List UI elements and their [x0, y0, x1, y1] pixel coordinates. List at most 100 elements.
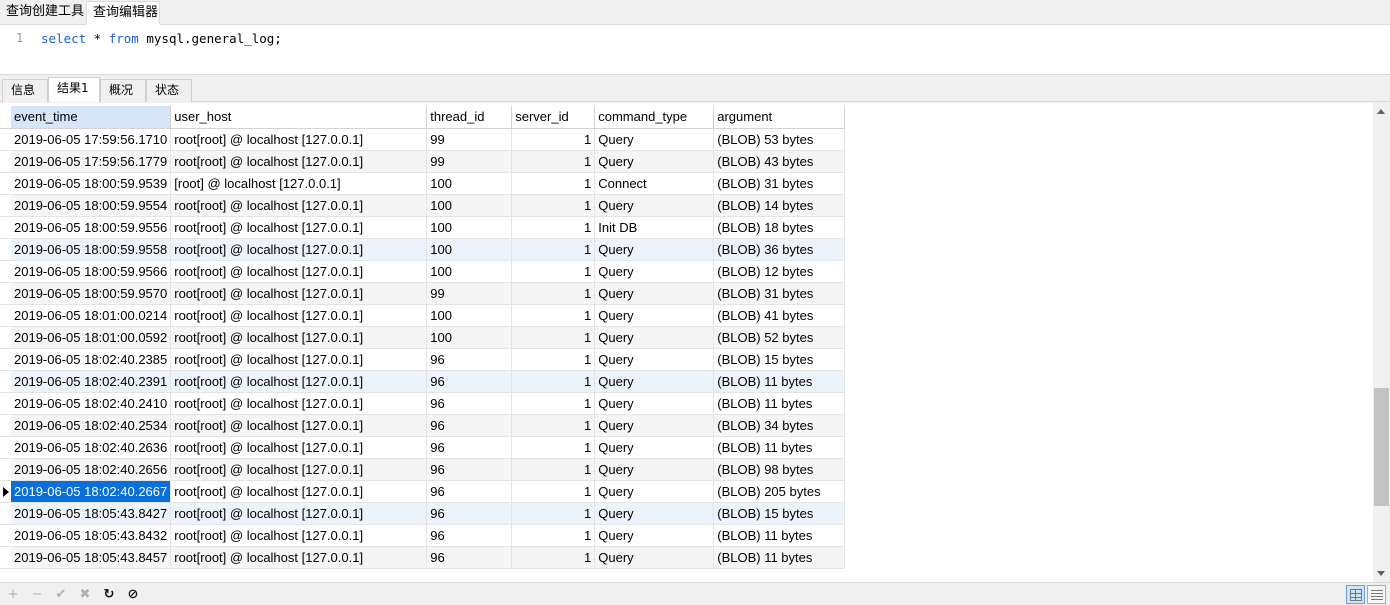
cell-event-time[interactable]: 2019-06-05 18:05:43.8432 — [11, 524, 172, 547]
table-row[interactable]: 2019-06-05 18:01:00.0214 root[root] @ loc… — [0, 304, 846, 327]
cell-thread-id[interactable]: 100 — [426, 172, 513, 195]
cell-user-host[interactable]: root[root] @ localhost [127.0.0.1] — [170, 502, 428, 525]
cell-thread-id[interactable]: 96 — [426, 458, 513, 481]
cell-thread-id[interactable]: 100 — [426, 304, 513, 327]
column-header-thread-id[interactable]: thread_id — [426, 106, 513, 129]
cell-command-type[interactable]: Query — [594, 502, 715, 525]
cell-server-id[interactable]: 1 — [511, 458, 596, 481]
cell-user-host[interactable]: root[root] @ localhost [127.0.0.1] — [170, 304, 428, 327]
cell-command-type[interactable]: Query — [594, 370, 715, 393]
cell-argument[interactable]: (BLOB) 53 bytes — [713, 128, 846, 151]
cell-server-id[interactable]: 1 — [511, 150, 596, 173]
table-row[interactable]: 2019-06-05 18:02:40.2667 root[root] @ loc… — [0, 480, 846, 503]
cell-thread-id[interactable]: 96 — [426, 502, 513, 525]
cell-event-time[interactable]: 2019-06-05 18:02:40.2534 — [11, 414, 172, 437]
cell-event-time[interactable]: 2019-06-05 18:00:59.9566 — [11, 260, 172, 283]
cell-event-time[interactable]: 2019-06-05 18:00:59.9558 — [11, 238, 172, 261]
cell-server-id[interactable]: 1 — [511, 436, 596, 459]
cell-command-type[interactable]: Query — [594, 524, 715, 547]
cell-thread-id[interactable]: 96 — [426, 392, 513, 415]
table-row[interactable]: 2019-06-05 18:00:59.9558 root[root] @ loc… — [0, 238, 846, 261]
scroll-up-arrow-icon[interactable] — [1373, 103, 1390, 120]
cell-argument[interactable]: (BLOB) 18 bytes — [713, 216, 846, 239]
cell-server-id[interactable]: 1 — [511, 304, 596, 327]
cell-command-type[interactable]: Init DB — [594, 216, 715, 239]
cell-server-id[interactable]: 1 — [511, 502, 596, 525]
scroll-down-arrow-icon[interactable] — [1373, 565, 1390, 582]
cell-argument[interactable]: (BLOB) 34 bytes — [713, 414, 846, 437]
cell-user-host[interactable]: root[root] @ localhost [127.0.0.1] — [170, 436, 428, 459]
cell-thread-id[interactable]: 96 — [426, 370, 513, 393]
tab-query-builder[interactable]: 查询创建工具 — [0, 1, 86, 25]
cell-command-type[interactable]: Query — [594, 194, 715, 217]
cell-event-time[interactable]: 2019-06-05 18:02:40.2385 — [11, 348, 172, 371]
cell-thread-id[interactable]: 100 — [426, 194, 513, 217]
row-indicator[interactable] — [0, 414, 11, 437]
check-icon[interactable]: ✔ — [52, 586, 70, 603]
cell-command-type[interactable]: Query — [594, 150, 715, 173]
cell-server-id[interactable]: 1 — [511, 370, 596, 393]
cell-thread-id[interactable]: 99 — [426, 282, 513, 305]
cell-user-host[interactable]: root[root] @ localhost [127.0.0.1] — [170, 392, 428, 415]
cell-event-time[interactable]: 2019-06-05 18:05:43.8427 — [11, 502, 172, 525]
cell-thread-id[interactable]: 96 — [426, 436, 513, 459]
cell-user-host[interactable]: root[root] @ localhost [127.0.0.1] — [170, 260, 428, 283]
cell-event-time[interactable]: 2019-06-05 18:05:43.8457 — [11, 546, 172, 569]
cell-argument[interactable]: (BLOB) 41 bytes — [713, 304, 846, 327]
table-row[interactable]: 2019-06-05 18:02:40.2534 root[root] @ loc… — [0, 414, 846, 437]
column-header-user-host[interactable]: user_host — [170, 106, 428, 129]
cell-command-type[interactable]: Query — [594, 348, 715, 371]
cell-event-time[interactable]: 2019-06-05 18:00:59.9556 — [11, 216, 172, 239]
column-header-argument[interactable]: argument — [713, 106, 846, 129]
cell-thread-id[interactable]: 99 — [426, 150, 513, 173]
cell-user-host[interactable]: root[root] @ localhost [127.0.0.1] — [170, 216, 428, 239]
cell-user-host[interactable]: root[root] @ localhost [127.0.0.1] — [170, 282, 428, 305]
row-indicator[interactable] — [0, 304, 11, 327]
cell-command-type[interactable]: Query — [594, 304, 715, 327]
cell-thread-id[interactable]: 100 — [426, 326, 513, 349]
row-indicator[interactable] — [0, 194, 11, 217]
form-view-button[interactable] — [1367, 585, 1386, 604]
cell-argument[interactable]: (BLOB) 43 bytes — [713, 150, 846, 173]
cell-event-time[interactable]: 2019-06-05 18:02:40.2391 — [11, 370, 172, 393]
table-row[interactable]: 2019-06-05 18:01:00.0592 root[root] @ loc… — [0, 326, 846, 349]
row-indicator[interactable] — [0, 524, 11, 547]
row-indicator[interactable] — [0, 260, 11, 283]
cell-thread-id[interactable]: 96 — [426, 414, 513, 437]
cell-server-id[interactable]: 1 — [511, 282, 596, 305]
row-indicator[interactable] — [0, 282, 11, 305]
cell-server-id[interactable]: 1 — [511, 392, 596, 415]
cell-argument[interactable]: (BLOB) 14 bytes — [713, 194, 846, 217]
row-indicator[interactable] — [0, 216, 11, 239]
cell-server-id[interactable]: 1 — [511, 260, 596, 283]
cell-user-host[interactable]: root[root] @ localhost [127.0.0.1] — [170, 370, 428, 393]
cell-server-id[interactable]: 1 — [511, 348, 596, 371]
cell-command-type[interactable]: Query — [594, 414, 715, 437]
cross-icon[interactable]: ✖ — [76, 586, 94, 603]
cell-thread-id[interactable]: 96 — [426, 546, 513, 569]
cell-argument[interactable]: (BLOB) 11 bytes — [713, 436, 846, 459]
cell-server-id[interactable]: 1 — [511, 216, 596, 239]
cell-argument[interactable]: (BLOB) 52 bytes — [713, 326, 846, 349]
scrollbar-thumb[interactable] — [1374, 388, 1389, 506]
row-indicator[interactable] — [0, 128, 11, 151]
table-row[interactable]: 2019-06-05 18:02:40.2636 root[root] @ loc… — [0, 436, 846, 459]
cell-thread-id[interactable]: 96 — [426, 348, 513, 371]
cell-event-time[interactable]: 2019-06-05 18:02:40.2636 — [11, 436, 172, 459]
row-indicator[interactable] — [0, 172, 11, 195]
cell-argument[interactable]: (BLOB) 11 bytes — [713, 524, 846, 547]
cell-server-id[interactable]: 1 — [511, 546, 596, 569]
cell-argument[interactable]: (BLOB) 205 bytes — [713, 480, 846, 503]
cell-user-host[interactable]: root[root] @ localhost [127.0.0.1] — [170, 414, 428, 437]
row-indicator[interactable] — [0, 238, 11, 261]
cell-event-time[interactable]: 2019-06-05 18:00:59.9539 — [11, 172, 172, 195]
table-row[interactable]: 2019-06-05 18:05:43.8432 root[root] @ loc… — [0, 524, 846, 547]
cell-user-host[interactable]: root[root] @ localhost [127.0.0.1] — [170, 128, 428, 151]
stop-icon[interactable]: ⊘ — [124, 586, 142, 603]
table-row[interactable]: 2019-06-05 18:02:40.2385 root[root] @ loc… — [0, 348, 846, 371]
cell-user-host[interactable]: root[root] @ localhost [127.0.0.1] — [170, 194, 428, 217]
minus-icon[interactable]: − — [28, 586, 46, 603]
cell-user-host[interactable]: root[root] @ localhost [127.0.0.1] — [170, 458, 428, 481]
cell-event-time[interactable]: 2019-06-05 18:02:40.2667 — [11, 480, 172, 503]
row-indicator[interactable] — [0, 458, 11, 481]
